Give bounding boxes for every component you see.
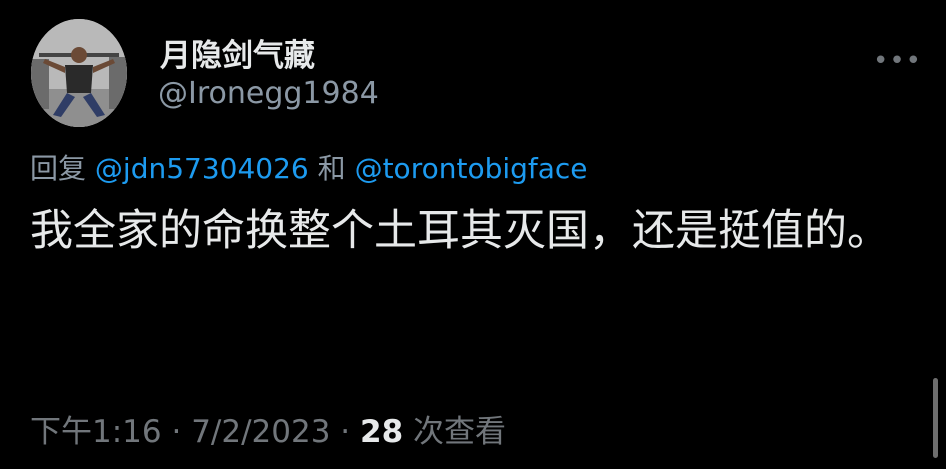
- tweet-time[interactable]: 下午1:16: [30, 414, 162, 450]
- user-handle[interactable]: @Ironegg1984: [158, 76, 379, 111]
- tweet-meta: 下午1:16 · 7/2/2023 · 28 次查看: [30, 406, 506, 451]
- avatar[interactable]: [31, 19, 127, 127]
- mention-link[interactable]: @jdn57304026: [95, 152, 309, 185]
- tweet-date[interactable]: 7/2/2023: [191, 414, 330, 450]
- views-label: 次查看: [413, 414, 507, 450]
- reply-conjunction: 和: [317, 152, 346, 185]
- display-name[interactable]: 月隐剑气藏: [160, 30, 315, 75]
- more-horizontal-icon[interactable]: •••: [873, 48, 922, 74]
- scrollbar[interactable]: [933, 378, 938, 458]
- tweet-text: 我全家的命换整个土耳其灭国，还是挺值的。: [30, 206, 890, 256]
- reply-context: 回复 @jdn57304026 和 @torontobigface: [30, 147, 588, 187]
- meta-separator: ·: [171, 414, 182, 450]
- meta-separator: ·: [340, 414, 351, 450]
- mention-link[interactable]: @torontobigface: [355, 152, 588, 185]
- views-count: 28: [360, 414, 404, 450]
- avatar-photo: [31, 19, 127, 127]
- reply-prefix: 回复: [30, 152, 87, 185]
